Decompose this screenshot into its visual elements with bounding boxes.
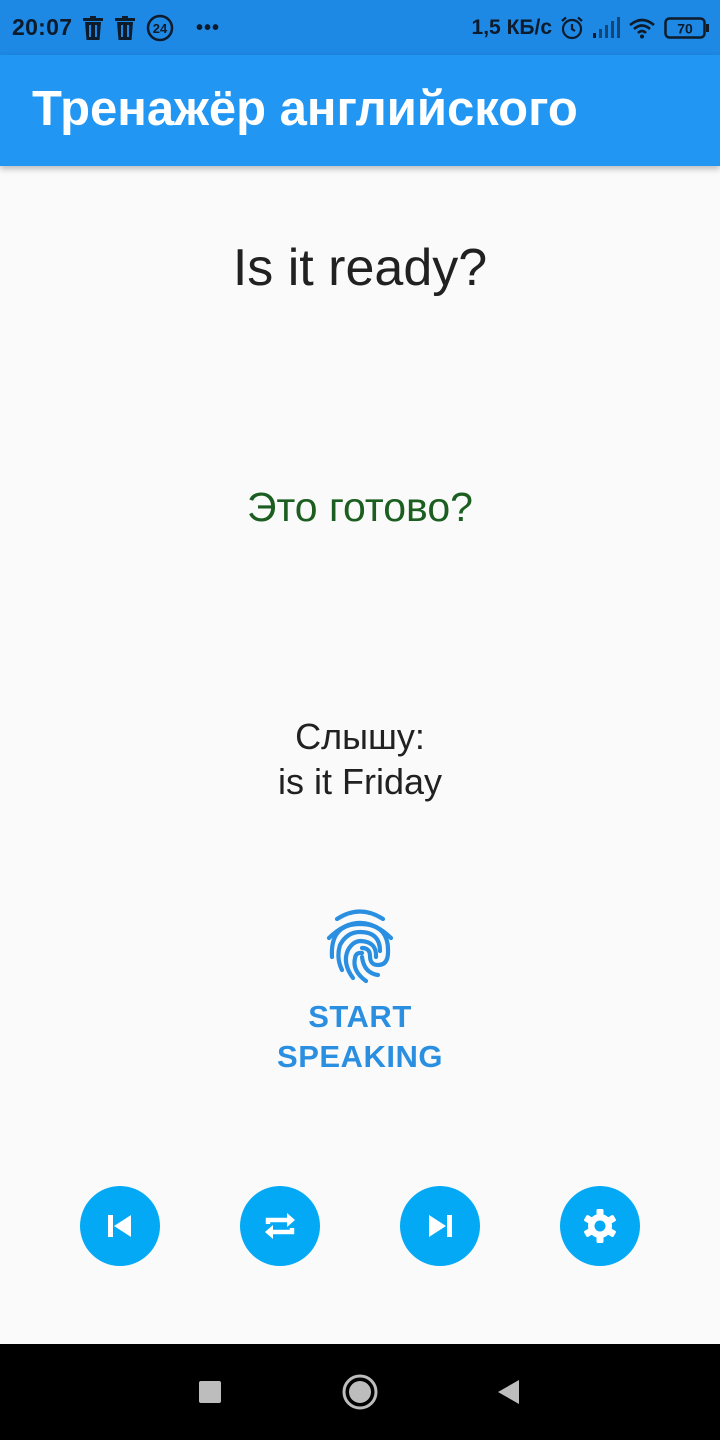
skip-next-icon [425, 1212, 455, 1240]
start-speaking-label: START SPEAKING [260, 997, 460, 1077]
status-bar: 20:07 24 ••• 1,5 КБ/с 70 [0, 0, 720, 55]
back-triangle-icon [495, 1378, 521, 1406]
start-speaking-label-line2: SPEAKING [277, 1039, 443, 1074]
repeat-icon [262, 1208, 298, 1244]
trash-icon [82, 16, 104, 40]
app-screen: 20:07 24 ••• 1,5 КБ/с 70 Тренажёр англий… [0, 0, 720, 1440]
app-title: Тренажёр английского [32, 82, 578, 136]
previous-button[interactable] [80, 1186, 160, 1266]
english-phrase: Is it ready? [232, 239, 488, 297]
back-button[interactable] [488, 1372, 528, 1412]
battery-icon: 70 [664, 17, 710, 39]
status-system-icons: 1,5 КБ/с 70 [472, 13, 710, 43]
settings-button[interactable] [560, 1186, 640, 1266]
signal-icon [592, 17, 620, 39]
start-speaking-button[interactable]: START SPEAKING [260, 905, 460, 1080]
recents-square-icon [198, 1380, 222, 1404]
repeat-button[interactable] [240, 1186, 320, 1266]
skip-previous-icon [105, 1212, 135, 1240]
home-button[interactable] [340, 1372, 380, 1412]
status-time: 20:07 [12, 14, 73, 40]
trash-icon [114, 16, 136, 40]
home-circle-icon [341, 1373, 379, 1411]
heard-label: Слышу: [295, 716, 425, 757]
status-notification-icons: 24 ••• [82, 13, 220, 43]
system-nav-bar [0, 1344, 720, 1440]
more-dots-icon: ••• [196, 16, 221, 39]
heard-text: is it Friday [277, 761, 443, 802]
settings-gear-icon [580, 1206, 620, 1246]
heard-block: Слышу: is it Friday [0, 714, 720, 804]
app-bar: Тренажёр английского [0, 55, 720, 166]
badge-24-text: 24 [153, 21, 168, 36]
start-speaking-label-line1: START [308, 999, 412, 1034]
badge-24-icon: 24 [146, 14, 174, 42]
next-button[interactable] [400, 1186, 480, 1266]
network-speed: 1,5 КБ/с [471, 16, 552, 39]
wifi-icon [628, 17, 656, 39]
recents-button[interactable] [190, 1372, 230, 1412]
battery-level: 70 [677, 21, 693, 37]
alarm-icon [560, 16, 584, 40]
fingerprint-icon [320, 905, 400, 985]
russian-translation: Это готово? [247, 484, 473, 530]
